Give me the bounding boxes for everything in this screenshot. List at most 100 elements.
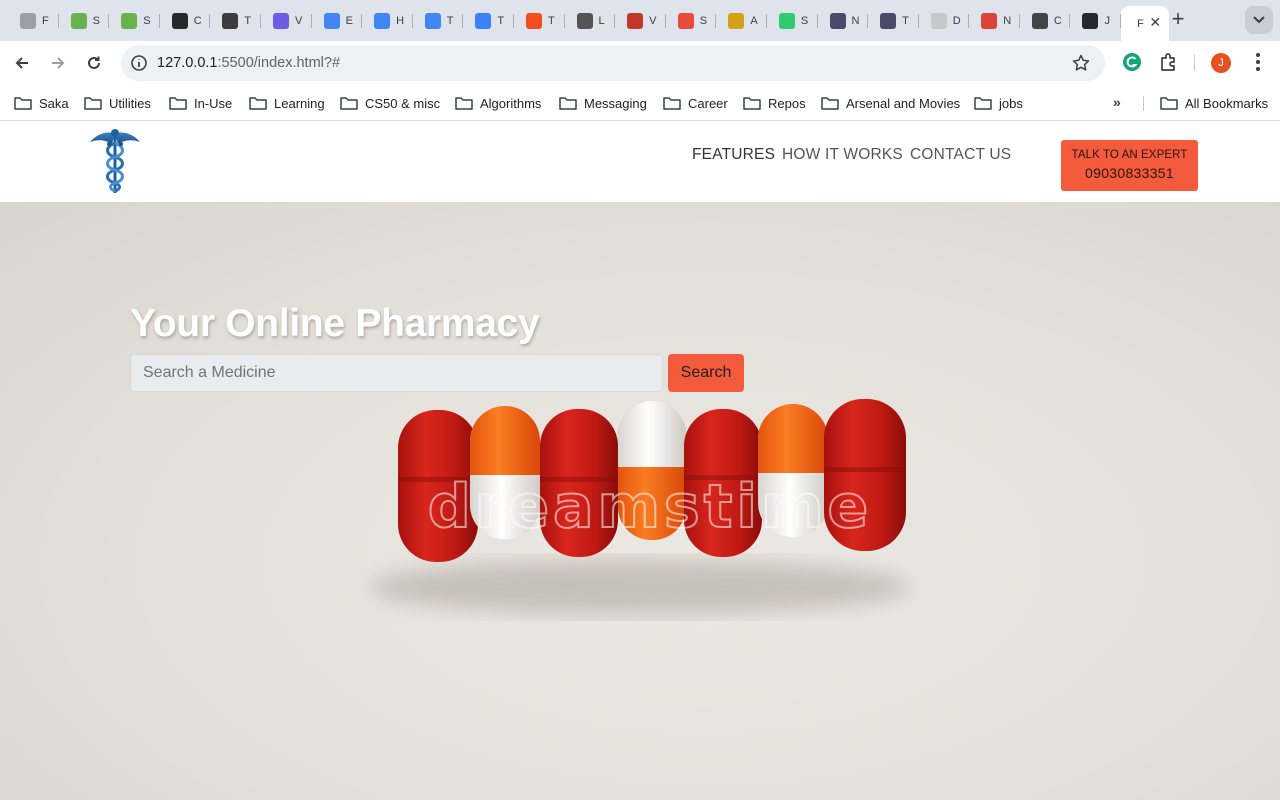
tab-search-button[interactable] [1245,6,1273,34]
bookmark-label: Saka [39,95,69,111]
diamond-icon [475,13,492,29]
tab-title: D [952,15,961,27]
new-tab-button[interactable]: + [1168,8,1188,30]
tab-18[interactable]: T [868,6,919,36]
arrow-right-icon [52,57,65,69]
grammarly-extension-icon[interactable] [1121,51,1143,78]
search-button[interactable]: Search [668,354,744,392]
tab-4[interactable]: C [160,6,211,36]
bookmark-folder[interactable]: CS50 & misc [340,94,440,112]
circle-icon [20,13,36,29]
profile-avatar[interactable]: J [1211,53,1231,73]
bookmark-star-icon[interactable] [1071,53,1091,73]
talk-to-expert-button[interactable]: TALK TO AN EXPERT 09030833351 [1061,140,1198,191]
bookmark-label: Utilities [109,95,151,111]
tab-7[interactable]: E [312,6,363,36]
url-text: 127.0.0.1:5500/index.html?# [157,55,340,71]
tab-title: V [649,15,657,27]
tab-11[interactable]: T [514,6,565,36]
bookmark-folder[interactable]: Utilities [84,94,151,112]
web-page: FEATURES HOW IT WORKS CONTACT US TALK TO… [0,121,1280,800]
l-icon [576,13,593,29]
site-info-icon[interactable] [129,53,149,73]
tab-19[interactable]: D [919,6,970,36]
tab-14[interactable]: S [666,6,717,36]
folder-icon [1160,97,1178,110]
folder-icon [743,97,761,110]
bookmark-label: Repos [768,95,806,111]
bookmark-folder[interactable]: Career [663,94,728,112]
back-button[interactable] [10,51,34,75]
tab-2[interactable]: S [59,6,110,36]
tab-title: T [547,15,555,27]
s-icon [272,13,289,29]
bookmark-folder[interactable]: Saka [14,94,69,112]
tab-12[interactable]: L [565,6,616,36]
bookmark-label: Messaging [584,95,647,111]
all-bookmarks-label: All Bookmarks [1185,95,1269,111]
bracket-icon [1031,13,1048,29]
tab-title: C [193,15,202,27]
reload-button[interactable] [82,51,106,75]
tab-9[interactable]: T [413,6,464,36]
bookmark-folder[interactable]: Repos [743,94,806,112]
tab-3[interactable]: S [109,6,160,36]
docs-icon [424,13,441,29]
tab-active[interactable]: F ✕ [1121,6,1170,41]
nav-how-it-works[interactable]: HOW IT WORKS [782,146,903,164]
bookmark-label: CS50 & misc [365,95,441,111]
tab-8[interactable]: H [362,6,413,36]
tab-title: A [750,15,758,27]
bookmark-folder[interactable]: Messaging [559,94,647,112]
bookmark-folder[interactable]: In-Use [169,94,232,112]
tab-5[interactable]: T [210,6,261,36]
bookmarks-overflow-button[interactable]: » [1113,94,1121,110]
url-path: :5500/index.html?# [217,55,341,71]
tab-22[interactable]: J [1070,6,1121,36]
s-icon [880,13,897,29]
tab-15[interactable]: A [716,6,767,36]
nav-features[interactable]: FEATURES [692,146,775,164]
folder-icon [455,97,473,110]
bookmark-folder[interactable]: Algorithms [455,94,541,112]
tab-13[interactable]: V [615,6,666,36]
all-bookmarks-button[interactable]: All Bookmarks [1160,94,1268,112]
bookmark-label: Learning [274,95,325,111]
bookmark-folder[interactable]: Arsenal and Movies [821,94,960,112]
forward-button[interactable] [46,51,70,75]
h-circle-icon [70,13,87,29]
tab-title: S [92,15,100,27]
folder-icon [84,97,102,110]
tab-17[interactable]: N [818,6,869,36]
browser-toolbar: 127.0.0.1:5500/index.html?# J [0,41,1280,85]
bookmark-label: Arsenal and Movies [846,95,961,111]
caduceus-logo-icon[interactable] [88,127,142,195]
browser-menu-button[interactable] [1250,51,1266,78]
tab-21[interactable]: C [1020,6,1071,36]
m-circle-icon [981,13,998,29]
folder-icon [559,97,577,110]
bookmark-folder[interactable]: jobs [974,94,1023,112]
tab-title: S [143,15,151,27]
site-header: FEATURES HOW IT WORKS CONTACT US TALK TO… [0,121,1280,202]
close-icon[interactable]: ✕ [1149,15,1161,29]
hero-title: Your Online Pharmacy [130,302,540,345]
tab-title: E [345,15,353,27]
github-icon [171,13,188,29]
tab-10[interactable]: T [463,6,514,36]
tab-title: S [699,15,708,27]
nav-contact-us[interactable]: CONTACT US [910,146,1011,164]
tab-16[interactable]: S [767,6,818,36]
url-host: 127.0.0.1 [157,55,218,71]
tab-6[interactable]: V [261,6,312,36]
extensions-puzzle-icon[interactable] [1158,51,1180,78]
bookmark-folder[interactable]: Learning [249,94,325,112]
tab-1[interactable]: F [8,6,59,36]
address-bar[interactable]: 127.0.0.1:5500/index.html?# [121,45,1105,81]
bookmark-label: Career [688,95,728,111]
tab-title: V [294,15,303,27]
tab-title: N [1003,15,1012,27]
folder-icon [14,97,32,110]
medicine-search-input[interactable] [130,354,663,392]
tab-20[interactable]: N [969,6,1020,36]
